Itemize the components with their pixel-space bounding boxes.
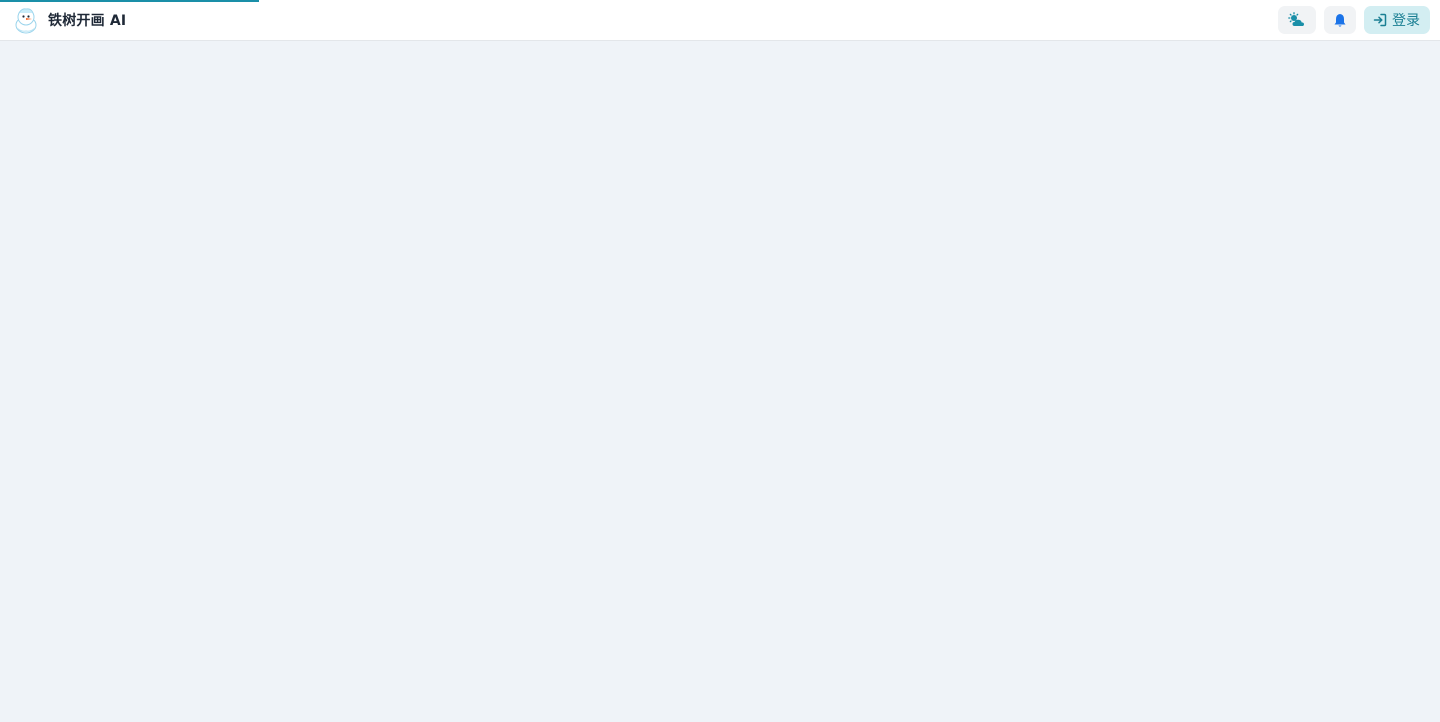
weather-toggle-icon xyxy=(1288,12,1304,26)
theme-toggle-button[interactable] xyxy=(1278,6,1316,34)
loading-progress-bar xyxy=(0,0,260,2)
login-label: 登录 xyxy=(1392,13,1420,29)
snowman-mascot-icon xyxy=(15,8,37,34)
sign-in-icon xyxy=(1373,13,1387,27)
bell-icon xyxy=(1334,13,1346,27)
login-button[interactable]: 登录 xyxy=(1364,6,1430,34)
brand[interactable]: 铁树开画 AI xyxy=(12,6,126,34)
notifications-button[interactable] xyxy=(1324,6,1356,34)
main-content-area xyxy=(0,41,1440,722)
app-root: 铁树开画 AI 登录 xyxy=(0,0,1440,722)
brand-title: 铁树开画 AI xyxy=(48,13,127,29)
header-actions: 登录 xyxy=(1278,6,1430,34)
top-navbar: 铁树开画 AI 登录 xyxy=(0,0,1440,41)
